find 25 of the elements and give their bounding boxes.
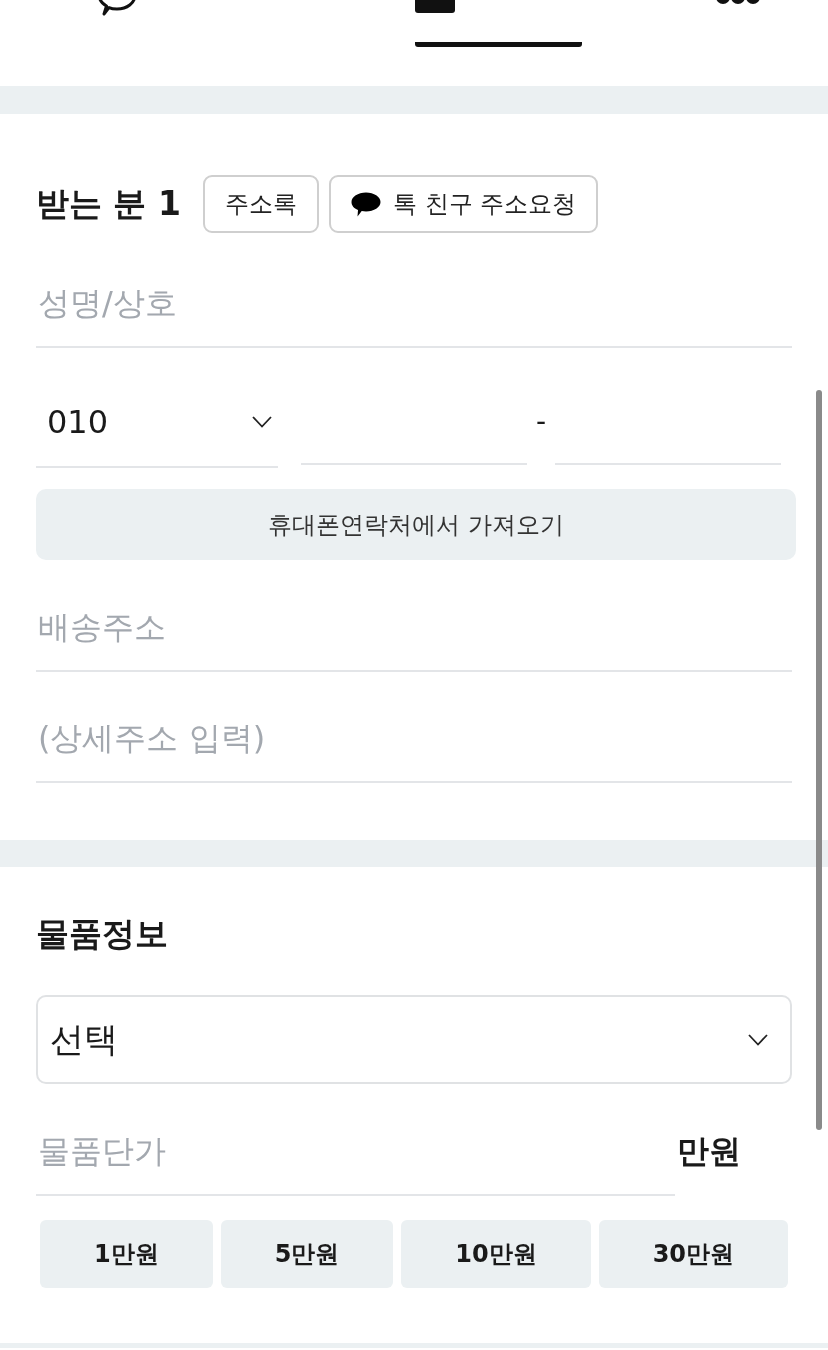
speech-bubble-icon (97, 0, 137, 16)
tab[interactable] (415, 0, 582, 47)
price-field[interactable]: 물품단가 (36, 1108, 675, 1196)
amount-button[interactable]: 1만원 (40, 1220, 213, 1288)
name-field[interactable]: 성명/상호 (36, 260, 792, 348)
recipient-title: 받는 분 1 (36, 182, 181, 225)
friend-address-request-button[interactable]: 톡 친구 주소요청 (328, 175, 599, 233)
amount-button[interactable]: 30만원 (598, 1220, 789, 1288)
unit-label: 만원 (676, 1131, 741, 1172)
phone-prefix-select[interactable]: 010 (36, 378, 278, 468)
scrollbar[interactable] (816, 390, 822, 1130)
item-info-title: 물품정보 (36, 913, 168, 955)
category-select[interactable]: 선택 (36, 995, 792, 1084)
phone-separator: - (535, 404, 548, 440)
amount-button[interactable]: 10만원 (401, 1220, 591, 1288)
more-icon (715, 0, 761, 5)
address-book-button[interactable]: 주소록 (202, 175, 319, 233)
detail-address-field[interactable]: (상세주소 입력) (36, 695, 792, 783)
chevron-down-icon (252, 416, 272, 428)
address-field[interactable]: 배송주소 (36, 584, 792, 672)
amount-button[interactable]: 5만원 (220, 1220, 394, 1288)
box-icon (415, 0, 455, 13)
speech-bubble-icon (350, 191, 381, 217)
import-contacts-button[interactable]: 휴대폰연락처에서 가져오기 (36, 489, 796, 560)
chevron-down-icon (748, 1033, 768, 1046)
